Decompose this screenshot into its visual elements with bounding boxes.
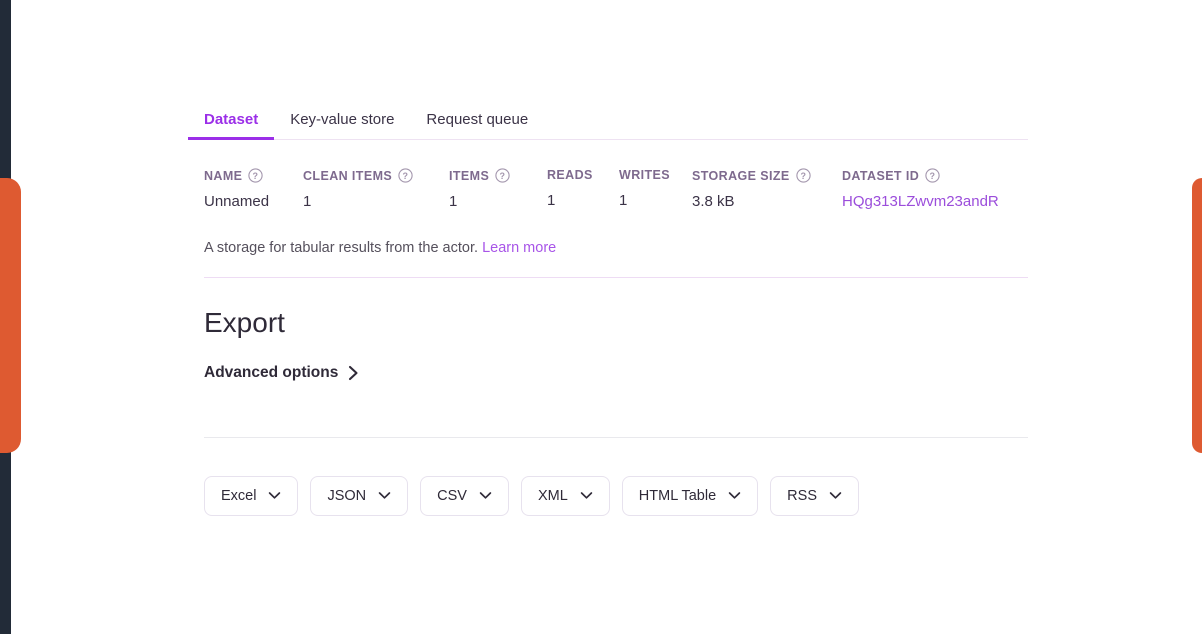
divider-above-export-buttons: [204, 436, 1028, 438]
stat-header-name-label: NAME: [204, 168, 243, 183]
advanced-options-toggle[interactable]: Advanced options: [204, 364, 359, 382]
stat-header-clean-items-label: CLEAN ITEMS: [303, 168, 393, 183]
dataset-description-text: A storage for tabular results from the a…: [204, 240, 479, 256]
stat-value-writes: 1: [619, 192, 628, 209]
stat-header-writes-label: WRITES: [619, 168, 671, 182]
stat-header-reads: READS: [547, 168, 619, 182]
export-button-rss-label: RSS: [787, 487, 817, 504]
stat-header-clean-items: CLEAN ITEMS ?: [303, 168, 449, 183]
left-drawer-handle[interactable]: [0, 178, 21, 453]
export-heading: Export: [204, 307, 285, 338]
svg-text:?: ?: [800, 171, 806, 181]
divider-above-export: [204, 277, 1028, 278]
dataset-description: A storage for tabular results from the a…: [188, 240, 1028, 256]
chevron-down-icon: [378, 491, 391, 500]
chevron-right-icon: [348, 365, 359, 381]
stat-header-reads-label: READS: [547, 168, 593, 182]
app-root: Dataset Key-value store Request queue NA…: [0, 0, 1202, 634]
export-button-rss[interactable]: RSS: [770, 475, 859, 516]
help-circle-icon[interactable]: ?: [248, 168, 264, 183]
main-content: Dataset Key-value store Request queue NA…: [188, 0, 1028, 516]
tab-key-value-store[interactable]: Key-value store: [274, 112, 410, 139]
stat-column-name: NAME ? Unnamed: [204, 168, 303, 210]
stat-value-name: Unnamed: [204, 193, 270, 210]
tab-request-queue-label: Request queue: [426, 111, 529, 128]
stat-value-storage-size: 3.8 kB: [692, 193, 735, 210]
stat-column-dataset-id: DATASET ID ? HQg313LZwvm23andR: [842, 168, 999, 210]
chevron-down-icon: [580, 491, 593, 500]
tab-dataset-label: Dataset: [204, 111, 259, 128]
export-button-html-table[interactable]: HTML Table: [621, 475, 759, 516]
export-button-excel[interactable]: Excel: [204, 475, 299, 516]
stat-header-storage-size-label: STORAGE SIZE: [692, 168, 790, 183]
svg-text:?: ?: [930, 171, 936, 181]
chevron-down-icon: [829, 491, 842, 500]
chevron-down-icon: [268, 491, 281, 500]
help-circle-icon[interactable]: ?: [495, 168, 510, 183]
stat-column-writes: WRITES 1: [619, 168, 692, 210]
tab-key-value-store-label: Key-value store: [290, 111, 395, 128]
export-button-csv[interactable]: CSV: [420, 475, 509, 516]
help-circle-icon[interactable]: ?: [398, 168, 413, 183]
storage-tabs: Dataset Key-value store Request queue: [188, 96, 1028, 140]
tab-dataset[interactable]: Dataset: [188, 111, 275, 140]
tab-request-queue[interactable]: Request queue: [410, 112, 544, 139]
stat-value-reads: 1: [547, 192, 556, 209]
svg-text:?: ?: [403, 171, 409, 181]
svg-text:?: ?: [500, 171, 506, 181]
stat-column-reads: READS 1: [547, 168, 619, 210]
stat-header-dataset-id: DATASET ID ?: [842, 168, 999, 183]
help-circle-icon[interactable]: ?: [925, 168, 940, 183]
chevron-down-icon: [479, 491, 492, 500]
export-button-xml[interactable]: XML: [520, 475, 610, 516]
chevron-down-icon: [728, 491, 741, 500]
stat-value-items: 1: [449, 193, 458, 210]
stat-header-writes: WRITES: [619, 168, 692, 182]
svg-text:?: ?: [253, 171, 259, 181]
stat-column-storage-size: STORAGE SIZE ? 3.8 kB: [692, 168, 842, 210]
export-button-json-label: JSON: [327, 487, 367, 504]
stat-column-items: ITEMS ? 1: [449, 168, 547, 210]
export-button-excel-label: Excel: [221, 487, 257, 504]
export-format-buttons: Excel JSON CSV XML HTML Table RSS: [188, 475, 1028, 516]
export-button-xml-label: XML: [537, 487, 568, 504]
learn-more-link[interactable]: Learn more: [482, 240, 556, 256]
stat-header-storage-size: STORAGE SIZE ?: [692, 168, 842, 183]
dataset-stats-table: NAME ? Unnamed CLEAN ITEMS ? 1 ITEMS ? 1…: [188, 168, 1028, 210]
stat-value-dataset-id[interactable]: HQg313LZwvm23andR: [842, 193, 999, 210]
advanced-options-label: Advanced options: [204, 363, 339, 381]
stat-column-clean-items: CLEAN ITEMS ? 1: [303, 168, 449, 210]
stat-header-dataset-id-label: DATASET ID: [842, 168, 920, 183]
stat-header-name: NAME ?: [204, 168, 303, 183]
help-circle-icon[interactable]: ?: [795, 168, 811, 183]
export-button-csv-label: CSV: [437, 487, 467, 504]
right-drawer-handle[interactable]: [1192, 178, 1202, 453]
export-button-json[interactable]: JSON: [310, 475, 409, 516]
stat-header-items: ITEMS ?: [449, 168, 547, 183]
export-button-html-table-label: HTML Table: [638, 487, 717, 504]
stat-value-clean-items: 1: [303, 193, 312, 210]
stat-header-items-label: ITEMS: [449, 168, 490, 183]
